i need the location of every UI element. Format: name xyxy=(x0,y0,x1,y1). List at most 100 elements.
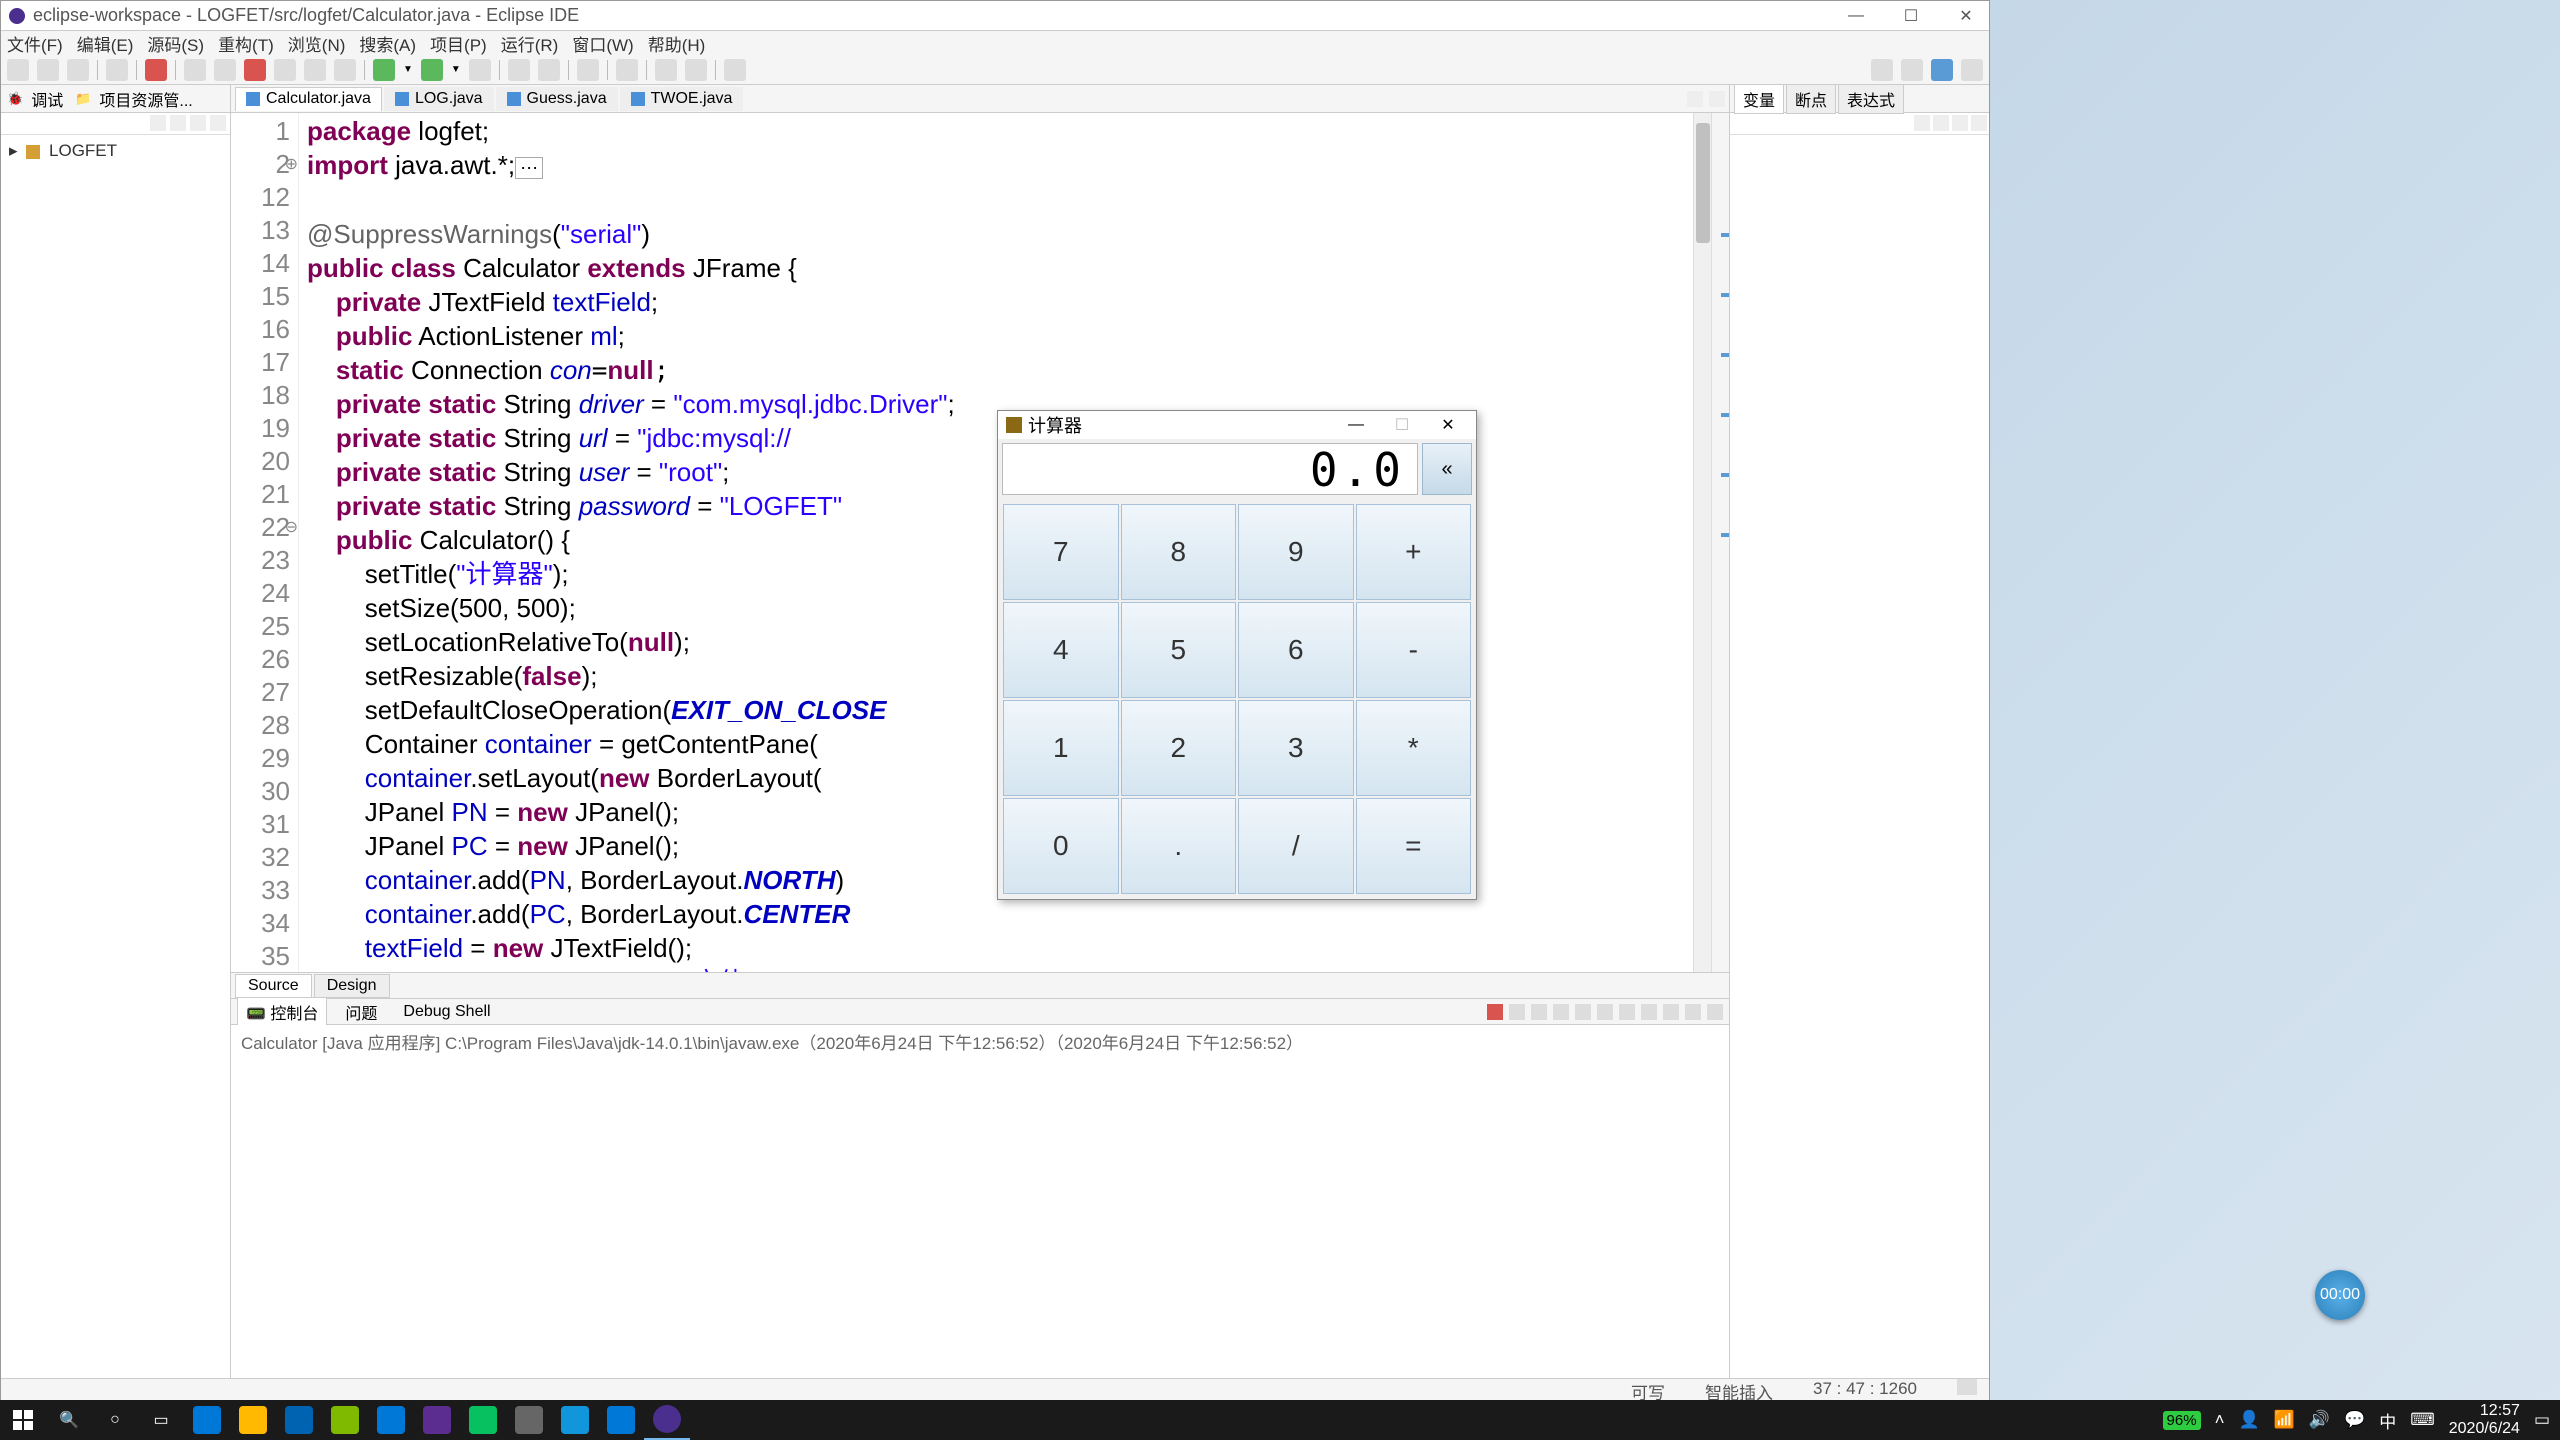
taskbar-app[interactable] xyxy=(368,1400,414,1440)
menu-refactor[interactable]: 重构(T) xyxy=(218,31,274,56)
problems-tab[interactable]: 问题 xyxy=(337,998,385,1026)
forward-icon[interactable] xyxy=(685,59,707,81)
dropdown-arrow-icon[interactable]: ▼ xyxy=(451,64,461,75)
tab-log[interactable]: LOG.java xyxy=(384,87,494,111)
clear-console-icon[interactable] xyxy=(1553,1004,1569,1020)
open-console-icon[interactable] xyxy=(1663,1004,1679,1020)
run-icon[interactable] xyxy=(421,59,443,81)
tray-volume-icon[interactable]: 🔊 xyxy=(2309,1410,2330,1430)
taskbar-app[interactable] xyxy=(460,1400,506,1440)
ruler-mark[interactable] xyxy=(1721,233,1729,237)
task-view-button[interactable]: ▭ xyxy=(138,1400,184,1440)
calc-button-5[interactable]: 5 xyxy=(1121,602,1237,698)
taskbar-app[interactable] xyxy=(414,1400,460,1440)
menu-source[interactable]: 源码(S) xyxy=(147,31,204,56)
calc-button-7[interactable]: 7 xyxy=(1003,504,1119,600)
minimize-icon[interactable] xyxy=(1971,115,1987,131)
menu-file[interactable]: 文件(F) xyxy=(7,31,63,56)
code-content[interactable]: package logfet; import java.awt.*;⋯ @Sup… xyxy=(299,113,1693,972)
remove-all-icon[interactable] xyxy=(1531,1004,1547,1020)
menu-edit[interactable]: 编辑(E) xyxy=(77,31,134,56)
console-output[interactable]: Calculator [Java 应用程序] C:\Program Files\… xyxy=(231,1025,1729,1378)
code-editor[interactable]: 1 2⊕ 12 13 14 15 16 17 18 19 20 21 22⊖ 2… xyxy=(231,113,1729,972)
calc-button-minus[interactable]: - xyxy=(1356,602,1472,698)
taskbar-app[interactable] xyxy=(552,1400,598,1440)
terminate-console-icon[interactable] xyxy=(1487,1004,1503,1020)
tray-action-center-icon[interactable]: ▭ xyxy=(2534,1410,2550,1430)
ruler-mark[interactable] xyxy=(1721,293,1729,297)
window-title-bar[interactable]: eclipse-workspace - LOGFET/src/logfet/Ca… xyxy=(1,1,1989,31)
suspend-icon[interactable] xyxy=(214,59,236,81)
save-all-icon[interactable] xyxy=(67,59,89,81)
calc-button-1[interactable]: 1 xyxy=(1003,700,1119,796)
taskbar-eclipse[interactable] xyxy=(644,1400,690,1440)
recording-indicator[interactable]: 00:00 xyxy=(2315,1270,2365,1320)
calc-button-3[interactable]: 3 xyxy=(1238,700,1354,796)
open-perspective-icon[interactable] xyxy=(1901,59,1923,81)
collapse-all-icon[interactable] xyxy=(150,115,166,131)
taskbar-app[interactable] xyxy=(184,1400,230,1440)
debug-tab-icon[interactable]: 🐞 xyxy=(7,91,23,107)
overview-ruler[interactable] xyxy=(1711,113,1729,972)
taskbar-app[interactable] xyxy=(322,1400,368,1440)
menu-navigate[interactable]: 浏览(N) xyxy=(288,31,346,56)
java-perspective-icon[interactable] xyxy=(1931,59,1953,81)
pin-icon[interactable] xyxy=(724,59,746,81)
build-icon[interactable] xyxy=(106,59,128,81)
ruler-mark[interactable] xyxy=(1721,353,1729,357)
tray-network-icon[interactable]: 📶 xyxy=(2274,1410,2295,1430)
calc-button-divide[interactable]: / xyxy=(1238,798,1354,894)
menu-project[interactable]: 项目(P) xyxy=(430,31,487,56)
new-package-icon[interactable] xyxy=(538,59,560,81)
step-over-icon[interactable] xyxy=(304,59,326,81)
source-tab[interactable]: Source xyxy=(235,974,312,998)
calc-title-bar[interactable]: 计算器 — ☐ ✕ xyxy=(998,411,1476,439)
view-menu-icon[interactable] xyxy=(210,115,226,131)
status-icon[interactable] xyxy=(1957,1379,1977,1395)
calc-button-8[interactable]: 8 xyxy=(1121,504,1237,600)
step-return-icon[interactable] xyxy=(334,59,356,81)
breakpoints-tab[interactable]: 断点 xyxy=(1786,84,1836,114)
design-tab[interactable]: Design xyxy=(314,974,390,998)
menu-search[interactable]: 搜索(A) xyxy=(359,31,416,56)
scrollbar-thumb[interactable] xyxy=(1696,123,1710,243)
filter-icon[interactable] xyxy=(190,115,206,131)
menu-window[interactable]: 窗口(W) xyxy=(572,31,633,56)
maximize-button[interactable]: ☐ xyxy=(1896,6,1926,26)
back-icon[interactable] xyxy=(655,59,677,81)
calc-button-4[interactable]: 4 xyxy=(1003,602,1119,698)
minimize-view-icon[interactable] xyxy=(1685,1004,1701,1020)
debug-perspective-icon[interactable] xyxy=(1961,59,1983,81)
calc-button-9[interactable]: 9 xyxy=(1238,504,1354,600)
maximize-editor-icon[interactable] xyxy=(1687,91,1703,107)
expressions-tab[interactable]: 表达式 xyxy=(1838,84,1904,114)
tree-expand-icon[interactable]: ▸ xyxy=(9,141,18,160)
tray-notification-icon[interactable]: 💬 xyxy=(2344,1410,2365,1430)
calc-button-multiply[interactable]: * xyxy=(1356,700,1472,796)
variables-tab[interactable]: 变量 xyxy=(1734,84,1784,114)
skip-breakpoints-icon[interactable] xyxy=(145,59,167,81)
vertical-scrollbar[interactable] xyxy=(1693,113,1711,972)
calc-button-equals[interactable]: = xyxy=(1356,798,1472,894)
ruler-mark[interactable] xyxy=(1721,413,1729,417)
project-tree[interactable]: ▸ LOGFET xyxy=(1,135,230,167)
tab-twoe[interactable]: TWOE.java xyxy=(620,87,744,111)
ruler-mark[interactable] xyxy=(1721,533,1729,537)
start-button[interactable] xyxy=(0,1400,46,1440)
word-wrap-icon[interactable] xyxy=(1597,1004,1613,1020)
taskbar-app[interactable] xyxy=(506,1400,552,1440)
coverage-icon[interactable] xyxy=(469,59,491,81)
step-into-icon[interactable] xyxy=(274,59,296,81)
collapse-icon[interactable] xyxy=(1933,115,1949,131)
link-editor-icon[interactable] xyxy=(170,115,186,131)
tray-ime-icon[interactable]: 中 xyxy=(2379,1408,2396,1433)
debug-shell-tab[interactable]: Debug Shell xyxy=(395,1001,498,1023)
debug-icon[interactable] xyxy=(373,59,395,81)
debug-tab[interactable]: 调试 xyxy=(31,87,63,111)
close-button[interactable]: ✕ xyxy=(1951,6,1981,26)
project-name[interactable]: LOGFET xyxy=(49,141,117,160)
scroll-lock-icon[interactable] xyxy=(1575,1004,1591,1020)
calc-button-0[interactable]: 0 xyxy=(1003,798,1119,894)
maximize-view-icon[interactable] xyxy=(1707,1004,1723,1020)
minimize-editor-icon[interactable] xyxy=(1709,91,1725,107)
